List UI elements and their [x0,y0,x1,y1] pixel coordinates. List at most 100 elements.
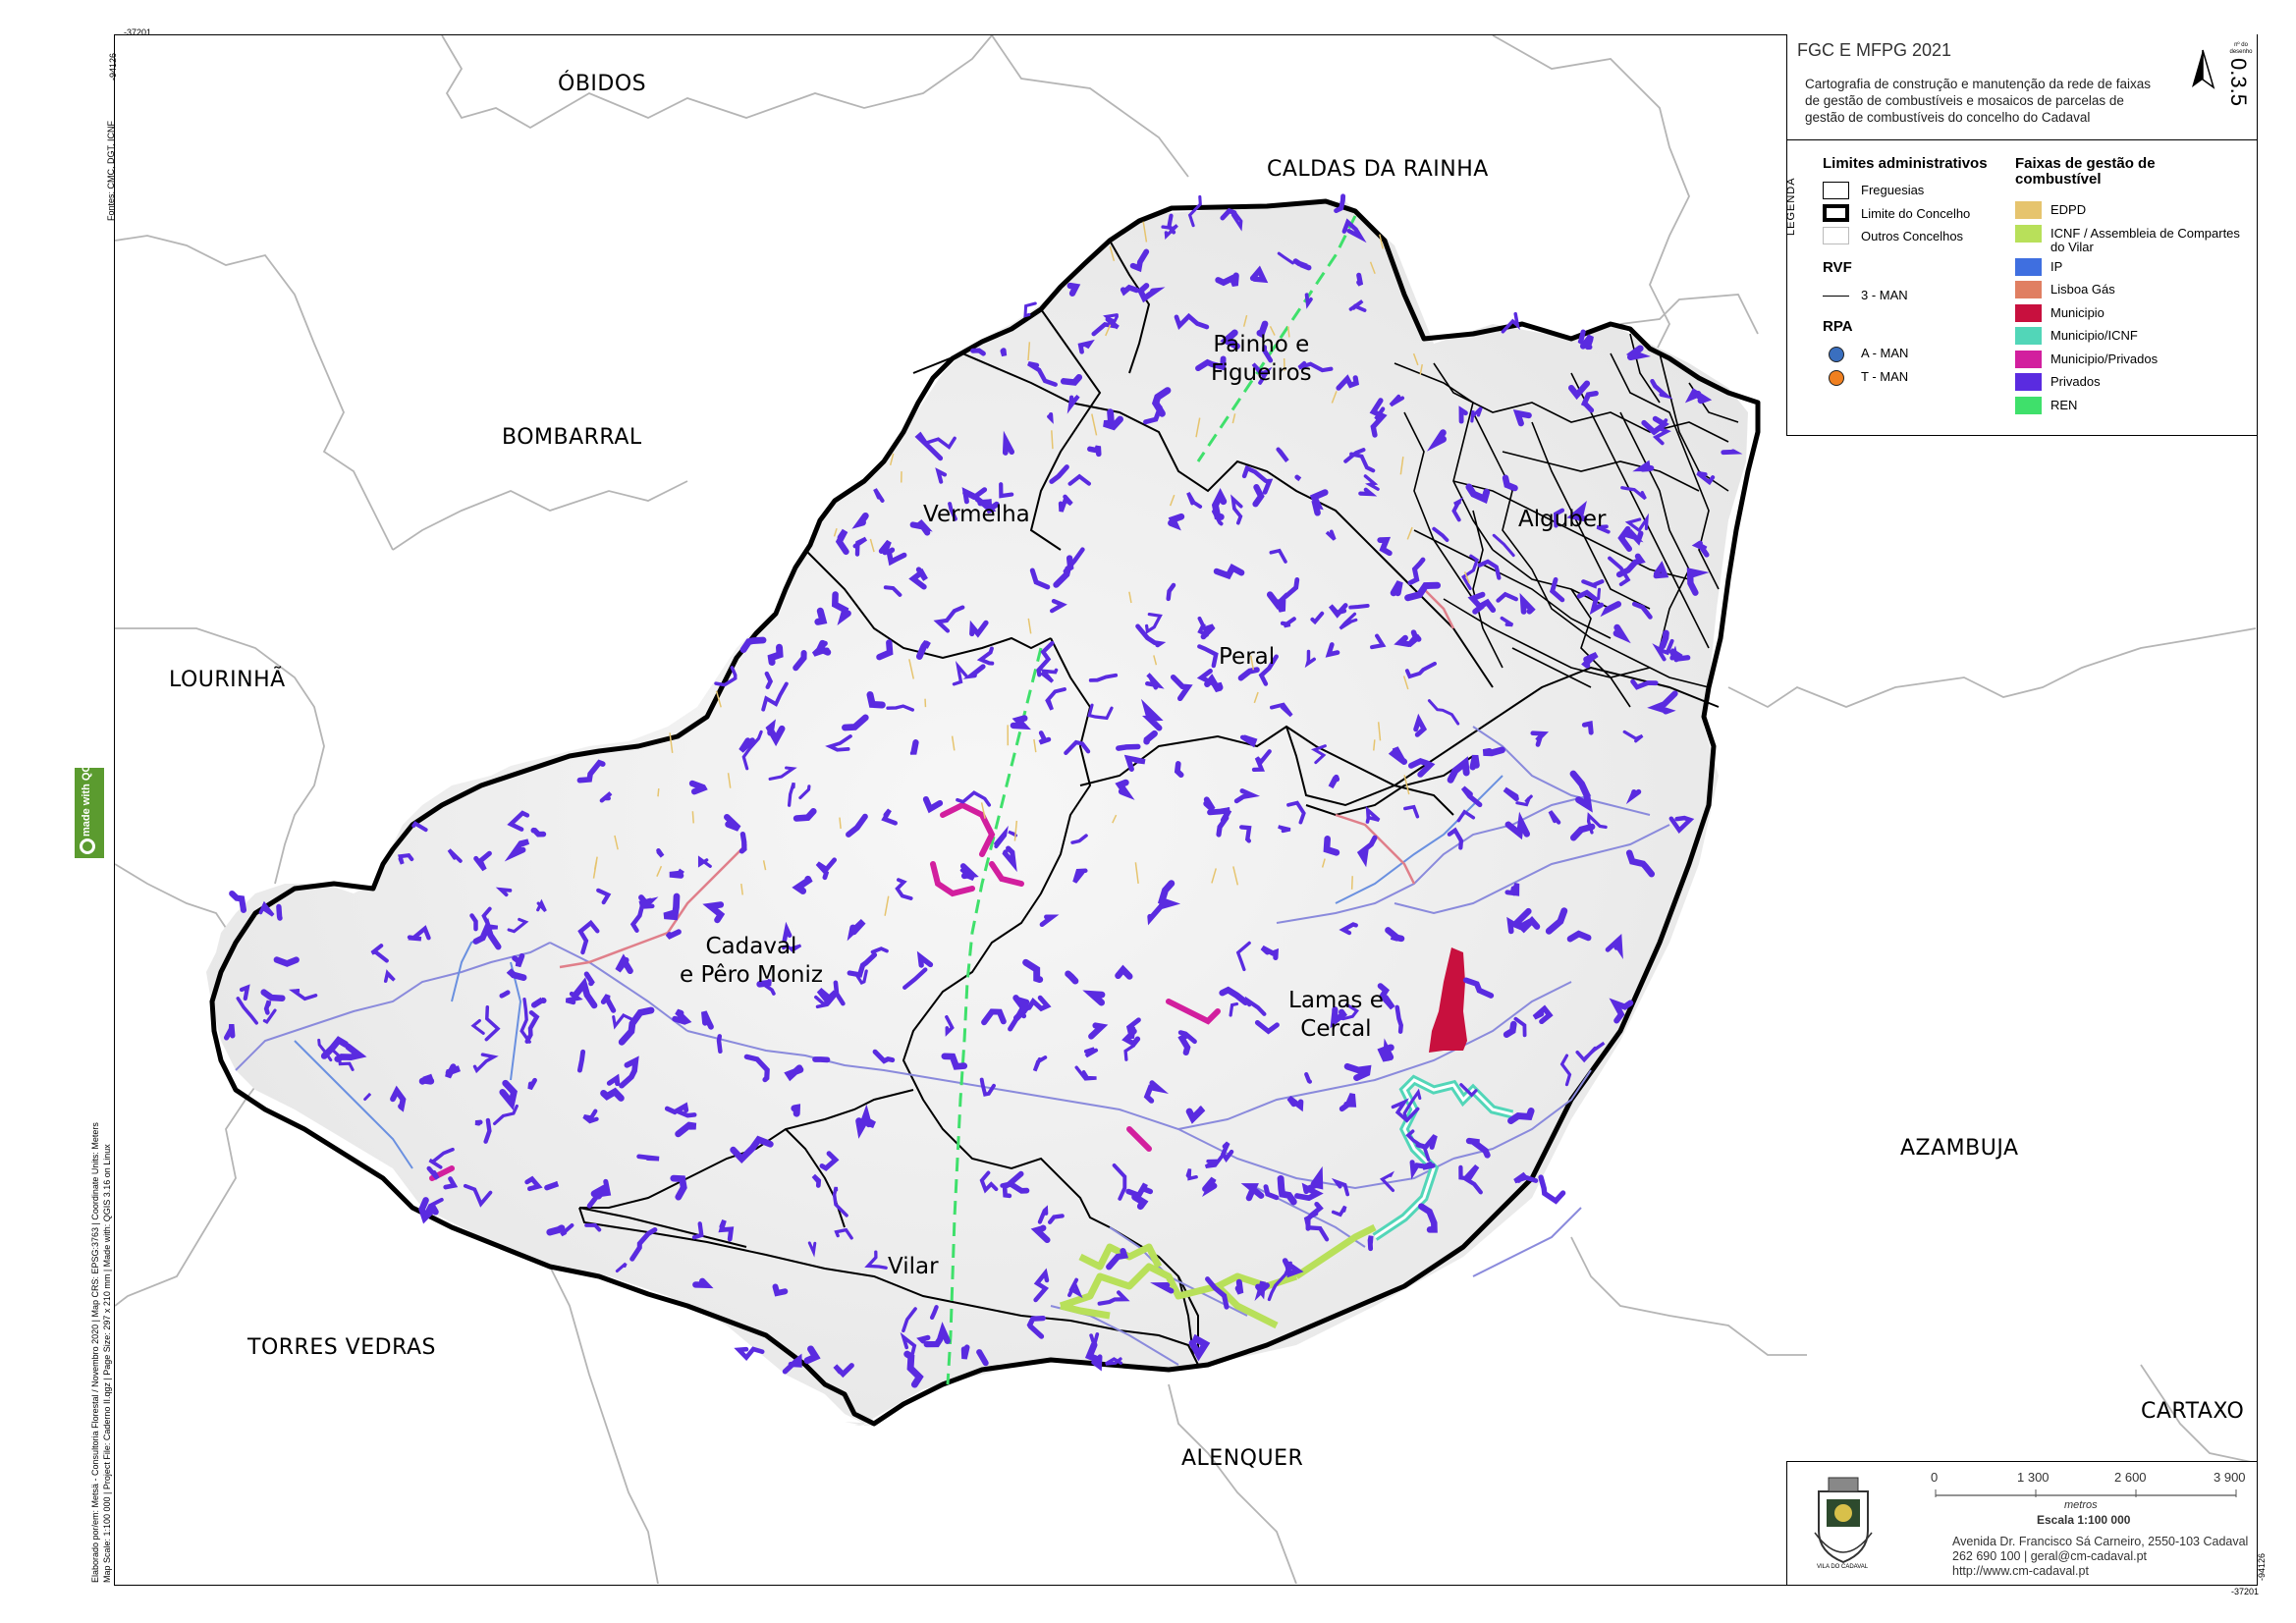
privados-parcel [273,956,300,967]
parish-line: Cadaval [705,934,797,959]
privados-parcel [1653,561,1669,579]
privados-parcel [576,1049,586,1073]
privados-parcel [909,739,919,757]
scale-ratio: Escala 1:100 000 [2037,1513,2131,1527]
privados-parcel [544,1181,560,1191]
place-alenquer: ALENQUER [1181,1446,1304,1471]
legend-admin-title: Limites administrativos [1823,155,1988,172]
rpa-t-swatch [1829,370,1844,386]
legend-word: LEGENDA [1785,177,1797,236]
parish-alguber: Alguber [1518,506,1607,534]
privados-parcel [1348,603,1370,610]
scale-contact-panel: VILA DO CADAVAL 0 1 300 2 600 3 900 metr… [1786,1461,2257,1585]
contact-phone-email: 262 690 100 | geral@cm-cadaval.pt [1952,1549,2147,1563]
parish-painho-figueiros: Painho e Figueiros [1211,331,1312,388]
qgis-logo-icon [80,839,95,854]
privados-parcel [814,607,828,625]
privados-parcel [1482,746,1505,757]
parish-line: Alguber [1518,507,1607,532]
outros-concelhos-swatch [1823,227,1849,244]
parish-line: Vilar [888,1254,939,1279]
rvf-swatch [1823,296,1849,297]
fgc-label: Lisboa Gás [2050,282,2115,297]
privados-parcel [418,1073,435,1085]
place-torres-vedras: TORRES VEDRAS [247,1335,436,1360]
sheet-label: nº do desenho [2229,42,2253,55]
scale-tick-3: 3 900 [2214,1470,2246,1485]
legend-rpa-a: A - MAN [1861,346,1909,360]
scale-tick-2: 2 600 [2114,1470,2147,1485]
privados-parcel [960,1344,970,1360]
legend-limite-concelho: Limite do Concelho [1861,206,1971,221]
edpd-stroke [691,811,694,824]
privados-parcel [1613,623,1631,644]
fgc-label: Municipio/Privados [2050,351,2159,366]
legend-fgc-title: Faixas de gestão de combustível [2015,155,2156,188]
concelho-swatch [1823,204,1849,222]
privados-parcel [636,1154,660,1162]
privados-parcel [1632,460,1655,472]
fgc-swatch [2015,224,2042,243]
scale-tick-1: 1 300 [2017,1470,2050,1485]
qgis-badge: made with QGIS [75,754,104,858]
coord-left-vertical: -94126 [108,52,118,81]
privados-parcel [474,1119,483,1126]
privados-parcel [546,1224,566,1236]
fgc-label: Privados [2050,374,2101,389]
privados-parcel [263,1000,272,1015]
privados-parcel [1294,474,1302,482]
title-legend-panel: FGC E MFPG 2021 Cartografia de construçã… [1785,34,2257,436]
parish-line: Peral [1219,644,1276,670]
fgc-swatch [2015,373,2042,391]
parish-peral: Peral [1219,643,1275,672]
fgc-swatch [2015,281,2042,298]
privados-parcel [1066,282,1081,297]
legend-rvf-title: RVF [1823,259,1852,276]
privados-parcel [1116,743,1141,751]
privados-parcel [1721,449,1743,456]
legend-outros-concelhos: Outros Concelhos [1861,229,1964,243]
scale-unit: metros [2064,1499,2098,1511]
edpd-stroke [1350,876,1353,890]
privados-parcel [276,903,283,921]
fgc-swatch [2015,396,2042,414]
privados-parcel [1538,1174,1566,1205]
privados-parcel [916,1334,931,1344]
crest-ribbon-text: VILA DO CADAVAL [1817,1564,1869,1570]
place-cartaxo: CARTAXO [2141,1399,2245,1424]
panel-separator [1787,139,2257,140]
fgc-label: IP [2050,258,2063,274]
privados-parcel [1047,412,1054,424]
municipal-crest-icon [1814,1477,1873,1564]
rpa-a-swatch [1829,347,1844,362]
privados-parcel [1377,1038,1394,1062]
edpd-stroke [1373,739,1376,751]
privados-parcel [734,1346,765,1362]
privados-parcel [1000,348,1008,357]
legend-freguesias: Freguesias [1861,183,1925,197]
privados-parcel [692,1277,714,1289]
map-description: Cartografia de construção e manutenção d… [1805,77,2151,125]
place-caldas-da-rainha: CALDAS DA RAINHA [1267,157,1489,182]
credits-line-1: Elaborado por/em: Metsä - Consultoria Fl… [90,1122,100,1583]
fgc-swatch [2015,257,2042,276]
place-lourinha: LOURINHÃ [169,668,286,692]
qgis-badge-text: made with QGIS [81,753,92,837]
fgc-swatch [2015,350,2042,368]
sources-text: Fontes: CMC, DGT, ICNF [106,120,116,221]
parish-line: Lamas e [1288,988,1384,1013]
parish-vilar: Vilar [888,1253,939,1281]
map-title: FGC E MFPG 2021 [1797,40,1952,60]
privados-parcel [1469,754,1480,771]
legend-rvf-man: 3 - MAN [1861,288,1908,302]
privados-parcel [851,512,869,529]
parish-line: Figueiros [1211,360,1312,386]
fgc-label: Municipio [2050,304,2105,320]
contact-web[interactable]: http://www.cm-cadaval.pt [1952,1564,2089,1579]
privados-parcel [1597,587,1602,601]
coord-bottom-right: -37201 [2231,1587,2260,1596]
privados-parcel [600,1087,625,1102]
credits-line-2: Map Scale: 1:100 000 | Project File: Cad… [102,1144,112,1583]
privados-parcel [1659,629,1669,650]
contact-address: Avenida Dr. Francisco Sá Carneiro, 2550-… [1952,1535,2249,1548]
